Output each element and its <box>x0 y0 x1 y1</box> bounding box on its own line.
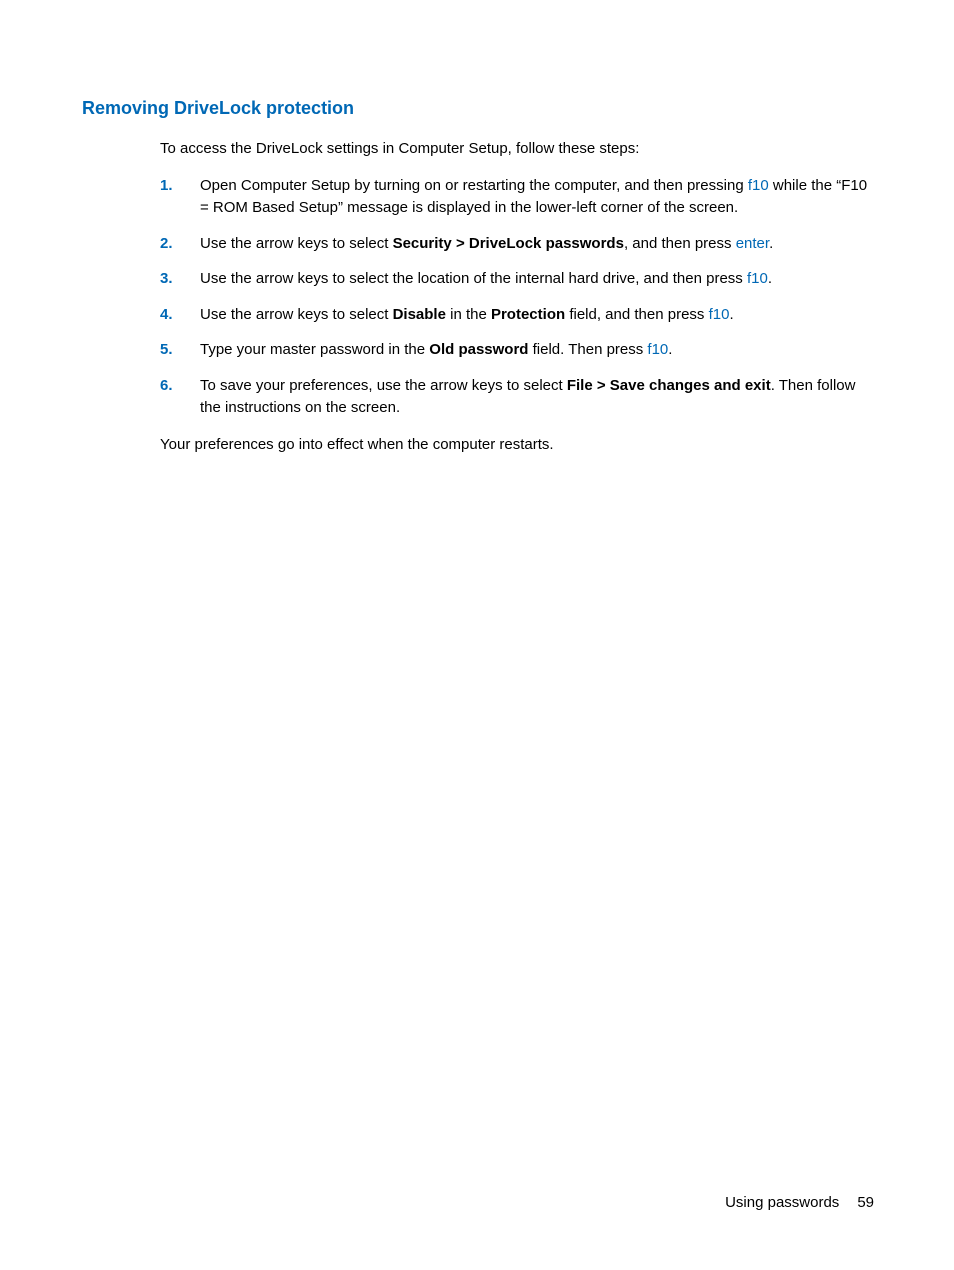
step-text: Use the arrow keys to select the locatio… <box>200 270 772 287</box>
key-reference: f10 <box>747 270 768 287</box>
bold-text: Protection <box>491 306 565 323</box>
step-number: 6. <box>160 375 173 398</box>
key-reference: f10 <box>709 306 730 323</box>
page-content: Removing DriveLock protection To access … <box>0 0 954 456</box>
step-number: 3. <box>160 268 173 291</box>
step-item: 5. Type your master password in the Old p… <box>160 339 874 362</box>
step-text: Type your master password in the Old pas… <box>200 341 672 358</box>
key-reference: f10 <box>647 341 668 358</box>
step-number: 1. <box>160 175 173 198</box>
section-heading: Removing DriveLock protection <box>82 95 874 122</box>
step-text: Open Computer Setup by turning on or res… <box>200 177 867 217</box>
page-footer: Using passwords 59 <box>725 1192 874 1215</box>
footer-section-name: Using passwords <box>725 1194 839 1211</box>
step-number: 2. <box>160 233 173 256</box>
key-reference: f10 <box>748 177 769 194</box>
intro-paragraph: To access the DriveLock settings in Comp… <box>160 138 874 161</box>
step-item: 2. Use the arrow keys to select Security … <box>160 233 874 256</box>
step-text: Use the arrow keys to select Security > … <box>200 235 773 252</box>
step-text: Use the arrow keys to select Disable in … <box>200 306 734 323</box>
footer-page-number: 59 <box>857 1194 874 1211</box>
step-item: 1. Open Computer Setup by turning on or r… <box>160 175 874 220</box>
key-reference: enter <box>736 235 769 252</box>
bold-text: Security > DriveLock passwords <box>393 235 624 252</box>
step-item: 3. Use the arrow keys to select the locat… <box>160 268 874 291</box>
bold-text: Old password <box>429 341 528 358</box>
step-number: 5. <box>160 339 173 362</box>
steps-list: 1. Open Computer Setup by turning on or r… <box>160 175 874 420</box>
step-text: To save your preferences, use the arrow … <box>200 377 855 417</box>
bold-text: File > Save changes and exit <box>567 377 771 394</box>
step-item: 6. To save your preferences, use the arro… <box>160 375 874 420</box>
bold-text: Disable <box>393 306 446 323</box>
step-number: 4. <box>160 304 173 327</box>
closing-paragraph: Your preferences go into effect when the… <box>160 434 874 457</box>
step-item: 4. Use the arrow keys to select Disable i… <box>160 304 874 327</box>
